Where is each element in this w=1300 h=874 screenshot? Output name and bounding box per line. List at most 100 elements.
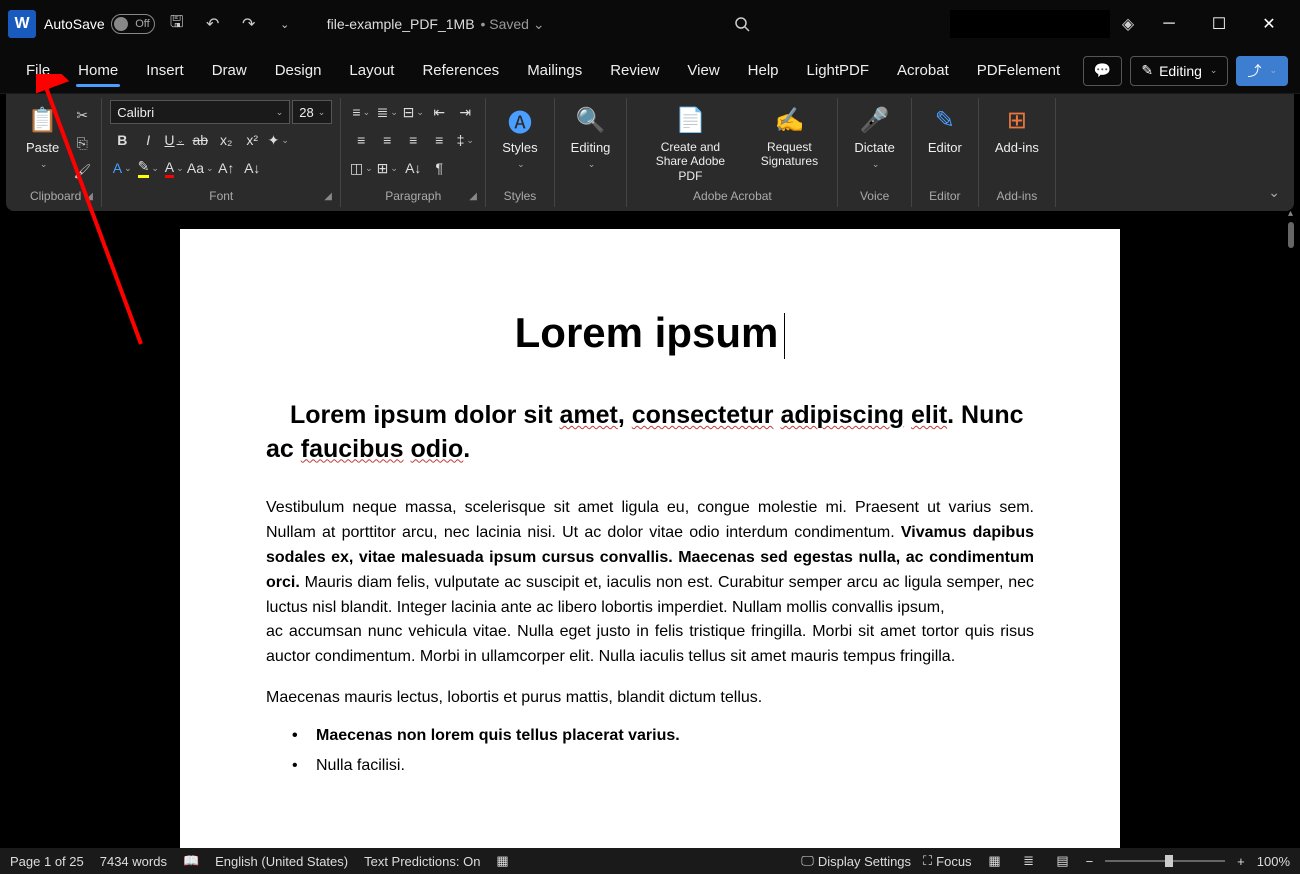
doc-paragraph[interactable]: Vestibulum neque massa, scelerisque sit … xyxy=(266,496,1034,620)
autosave-toggle[interactable]: Off xyxy=(111,14,155,34)
accessibility-icon[interactable]: ▦ xyxy=(496,853,508,869)
list-item[interactable]: Maecenas non lorem quis tellus placerat … xyxy=(316,727,1034,745)
save-icon[interactable]: 🖫 xyxy=(163,10,191,38)
display-settings[interactable]: 🖵Display Settings xyxy=(801,853,911,869)
borders-button[interactable]: ⊞⌄ xyxy=(375,156,399,180)
line-spacing-button[interactable]: ‡⌄ xyxy=(453,128,477,152)
tab-file[interactable]: File xyxy=(12,52,64,89)
multilevel-list-button[interactable]: ⊟⌄ xyxy=(401,100,425,124)
increase-indent-button[interactable]: ⇥ xyxy=(453,100,477,124)
word-count[interactable]: 7434 words xyxy=(100,854,167,869)
copy-button[interactable]: ⎘ xyxy=(71,132,93,154)
font-name-select[interactable]: Calibri⌄ xyxy=(110,100,290,124)
document-canvas[interactable]: Lorem ipsum Lorem ipsum dolor sit amet, … xyxy=(0,211,1300,848)
read-mode-view[interactable]: ▦ xyxy=(984,851,1006,871)
paragraph-dialog-launcher[interactable]: ◢ xyxy=(469,191,481,203)
account-area[interactable] xyxy=(950,10,1110,38)
addins-button[interactable]: ⊞ Add-ins xyxy=(987,100,1047,159)
sort-button[interactable]: A↓ xyxy=(401,156,425,180)
decrease-indent-button[interactable]: ⇤ xyxy=(427,100,451,124)
doc-heading-2[interactable]: Lorem ipsum dolor sit amet, consectetur … xyxy=(266,399,1034,467)
tab-view[interactable]: View xyxy=(673,52,733,89)
subscript-button[interactable]: x₂ xyxy=(214,128,238,152)
tab-acrobat[interactable]: Acrobat xyxy=(883,52,963,89)
shrink-font-button[interactable]: A↓ xyxy=(240,156,264,180)
editor-button[interactable]: ✎ Editor xyxy=(920,100,970,159)
focus-mode[interactable]: ⛶Focus xyxy=(923,853,972,869)
change-case-button[interactable]: Aa⌄ xyxy=(188,156,212,180)
zoom-out-button[interactable]: − xyxy=(1086,854,1094,869)
font-dialog-launcher[interactable]: ◢ xyxy=(324,191,336,203)
text-predictions[interactable]: Text Predictions: On xyxy=(364,854,480,869)
redo-icon[interactable]: ↷ xyxy=(235,10,263,38)
request-signatures-button[interactable]: ✍ Request Signatures xyxy=(749,100,829,173)
align-center-button[interactable]: ≡ xyxy=(375,128,399,152)
tab-home[interactable]: Home xyxy=(64,52,132,89)
collapse-ribbon-button[interactable]: ⌄ xyxy=(1268,184,1280,201)
doc-bullet-list[interactable]: Maecenas non lorem quis tellus placerat … xyxy=(266,727,1034,775)
align-right-button[interactable]: ≡ xyxy=(401,128,425,152)
numbering-button[interactable]: ≣⌄ xyxy=(375,100,399,124)
spell-check-icon[interactable]: 📖 xyxy=(183,853,199,869)
tab-lightpdf[interactable]: LightPDF xyxy=(793,52,884,89)
editing-mode-button[interactable]: ✎ Editing ⌄ xyxy=(1130,56,1228,86)
premium-icon[interactable]: ◈ xyxy=(1114,10,1142,38)
clipboard-dialog-launcher[interactable]: ◢ xyxy=(85,191,97,203)
doc-heading-1[interactable]: Lorem ipsum xyxy=(266,309,1034,359)
show-marks-button[interactable]: ¶ xyxy=(427,156,451,180)
tab-insert[interactable]: Insert xyxy=(132,52,198,89)
list-item[interactable]: Nulla facilisi. xyxy=(316,757,1034,775)
text-highlight-button[interactable]: A⌄ xyxy=(110,156,134,180)
zoom-slider[interactable] xyxy=(1105,860,1225,862)
editing-button[interactable]: 🔍 Editing ⌄ xyxy=(563,100,619,174)
strikethrough-button[interactable]: ab xyxy=(188,128,212,152)
web-layout-view[interactable]: ▤ xyxy=(1052,851,1074,871)
zoom-thumb[interactable] xyxy=(1165,855,1173,867)
tab-references[interactable]: References xyxy=(408,52,513,89)
autosave-control[interactable]: AutoSave Off xyxy=(44,14,155,34)
language-indicator[interactable]: English (United States) xyxy=(215,854,348,869)
maximize-button[interactable]: ☐ xyxy=(1196,8,1242,40)
cut-button[interactable]: ✂ xyxy=(71,104,93,126)
customize-quick-access-icon[interactable]: ⌄ xyxy=(271,10,299,38)
font-size-select[interactable]: 28⌄ xyxy=(292,100,332,124)
dictate-button[interactable]: 🎤 Dictate ⌄ xyxy=(846,100,902,174)
superscript-button[interactable]: x² xyxy=(240,128,264,152)
document-page[interactable]: Lorem ipsum Lorem ipsum dolor sit amet, … xyxy=(180,229,1120,848)
underline-button[interactable]: U⌄ xyxy=(162,128,186,152)
tab-layout[interactable]: Layout xyxy=(335,52,408,89)
bullets-button[interactable]: ≡⌄ xyxy=(349,100,373,124)
shading-button[interactable]: ◫⌄ xyxy=(349,156,373,180)
tab-design[interactable]: Design xyxy=(261,52,336,89)
vertical-scrollbar[interactable]: ▴ xyxy=(1288,222,1296,844)
italic-button[interactable]: I xyxy=(136,128,160,152)
tab-mailings[interactable]: Mailings xyxy=(513,52,596,89)
zoom-level[interactable]: 100% xyxy=(1257,854,1290,869)
highlight-color-button[interactable]: ✎⌄ xyxy=(136,156,160,180)
text-effects-button[interactable]: ✦⌄ xyxy=(266,128,290,152)
print-layout-view[interactable]: ≣ xyxy=(1018,851,1040,871)
search-button[interactable] xyxy=(726,10,946,38)
undo-icon[interactable]: ↶ xyxy=(199,10,227,38)
grow-font-button[interactable]: A↑ xyxy=(214,156,238,180)
tab-help[interactable]: Help xyxy=(734,52,793,89)
scroll-thumb[interactable] xyxy=(1288,222,1294,248)
tab-review[interactable]: Review xyxy=(596,52,673,89)
share-button[interactable]: ⤴ ⌄ xyxy=(1236,56,1288,86)
paste-button[interactable]: 📋 Paste ⌄ xyxy=(18,100,67,174)
tab-pdfelement[interactable]: PDFelement xyxy=(963,52,1074,89)
page-indicator[interactable]: Page 1 of 25 xyxy=(10,854,84,869)
close-button[interactable]: ✕ xyxy=(1246,8,1292,40)
doc-paragraph[interactable]: Maecenas mauris lectus, lobortis et puru… xyxy=(266,686,1034,711)
align-left-button[interactable]: ≡ xyxy=(349,128,373,152)
justify-button[interactable]: ≡ xyxy=(427,128,451,152)
format-painter-button[interactable]: 🖌 xyxy=(71,160,93,182)
create-share-pdf-button[interactable]: 📄 Create and Share Adobe PDF xyxy=(635,100,745,187)
minimize-button[interactable]: ─ xyxy=(1146,8,1192,40)
comments-button[interactable]: 💬 xyxy=(1083,56,1122,86)
tab-draw[interactable]: Draw xyxy=(198,52,261,89)
zoom-in-button[interactable]: + xyxy=(1237,854,1245,869)
doc-paragraph[interactable]: ac accumsan nunc vehicula vitae. Nulla e… xyxy=(266,620,1034,670)
bold-button[interactable]: B xyxy=(110,128,134,152)
scroll-up-icon[interactable]: ▴ xyxy=(1288,208,1298,218)
